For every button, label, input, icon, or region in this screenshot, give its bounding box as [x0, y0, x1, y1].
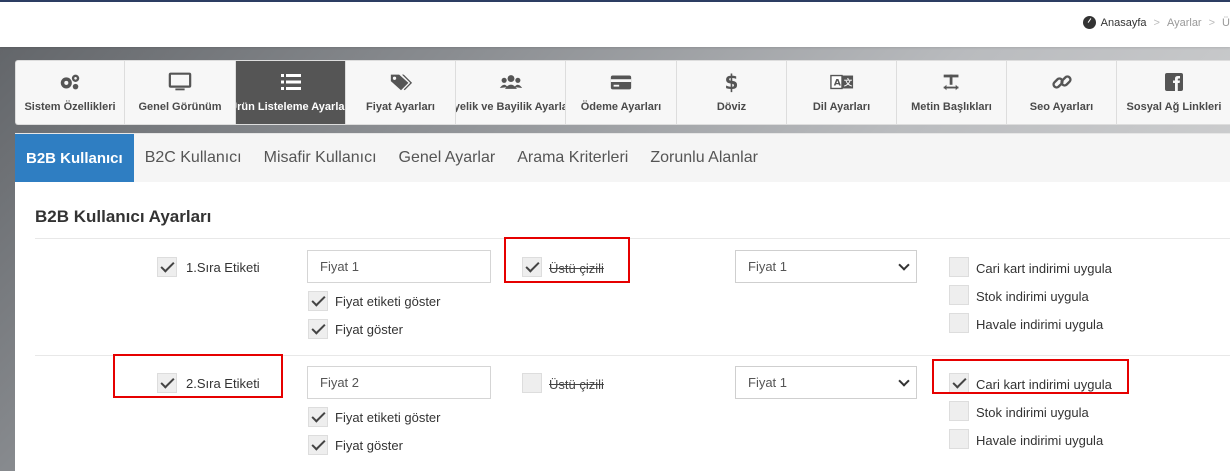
facebook-icon	[1162, 72, 1186, 92]
user-type-tabs: B2B Kullanıcı B2C Kullanıcı Misafir Kull…	[15, 133, 1230, 182]
gears-icon	[58, 72, 82, 92]
monitor-icon	[168, 72, 192, 92]
tool-product-listing[interactable]: Ürün Listeleme Ayarları	[236, 61, 346, 124]
row1-account-discount-checkbox[interactable]	[949, 257, 969, 277]
row2-label-input[interactable]: Fiyat 2	[307, 366, 491, 399]
row2-strikethrough-text: Üstü çizili	[549, 377, 604, 392]
settings-panel: B2B Kullanıcı B2C Kullanıcı Misafir Kull…	[15, 133, 1230, 471]
tool-label: Sistem Özellikleri	[24, 101, 116, 113]
tab-search-criteria[interactable]: Arama Kriterleri	[506, 134, 639, 182]
list-icon	[279, 72, 303, 92]
row1-account-discount-text: Cari kart indirimi uygula	[976, 261, 1112, 276]
breadcrumb: Anasayfa > Ayarlar > Ü	[1082, 16, 1230, 29]
tool-label: Dil Ayarları	[812, 101, 871, 113]
row2-show-price-label-checkbox[interactable]	[308, 407, 328, 427]
highlight-box	[504, 237, 630, 283]
tab-general-settings[interactable]: Genel Ayarlar	[388, 134, 507, 182]
chevron-down-icon	[898, 375, 910, 387]
row1-label-input[interactable]: Fiyat 1	[307, 250, 491, 283]
tool-membership-settings[interactable]: Üyelik ve Bayilik Ayarları	[456, 61, 566, 124]
tab-guest-user[interactable]: Misafir Kullanıcı	[253, 134, 388, 182]
tool-label: Ödeme Ayarları	[580, 101, 662, 113]
svg-text:A: A	[833, 78, 841, 89]
tool-text-titles[interactable]: Metin Başlıkları	[897, 61, 1007, 124]
row2-show-price-text: Fiyat göster	[335, 438, 403, 453]
row1-stock-discount-text: Stok indirimi uygula	[976, 289, 1089, 304]
svg-text:文: 文	[843, 78, 852, 88]
users-icon	[499, 72, 523, 92]
breadcrumb-settings-link[interactable]: Ayarlar	[1167, 17, 1202, 29]
section-title: B2B Kullanıcı Ayarları	[35, 207, 212, 226]
tab-required-fields[interactable]: Zorunlu Alanlar	[639, 134, 769, 182]
row1-transfer-discount-checkbox[interactable]	[949, 313, 969, 333]
row1-label-text: 1.Sıra Etiketi	[186, 260, 260, 275]
tool-label: Seo Ayarları	[1029, 101, 1094, 113]
tool-label: Fiyat Ayarları	[366, 101, 435, 113]
row2-price-select[interactable]: Fiyat 1	[735, 366, 917, 399]
divider	[35, 238, 1230, 239]
highlight-box	[113, 354, 283, 398]
row1-price-select-value: Fiyat 1	[748, 259, 788, 274]
tool-label: Üyelik ve Bayilik Ayarları	[456, 101, 565, 113]
tab-b2b-user[interactable]: B2B Kullanıcı	[15, 134, 134, 182]
highlight-box	[932, 359, 1129, 394]
settings-toolbar: Sistem Özellikleri Genel Görünüm Ürün Li…	[15, 60, 1230, 125]
dollar-icon: $	[724, 70, 739, 94]
tool-price-settings[interactable]: Fiyat Ayarları	[346, 61, 456, 124]
row2-price-select-value: Fiyat 1	[748, 375, 788, 390]
tool-general-view[interactable]: Genel Görünüm	[125, 61, 236, 124]
row1-show-price-text: Fiyat göster	[335, 322, 403, 337]
tool-system-properties[interactable]: Sistem Özellikleri	[16, 61, 125, 124]
credit-card-icon	[609, 72, 633, 92]
header-bar: Anasayfa > Ayarlar > Ü	[0, 2, 1230, 47]
text-height-icon	[940, 72, 964, 92]
tool-label: Sosyal Ağ Linkleri	[1126, 101, 1222, 113]
tool-currency[interactable]: $ Döviz	[677, 61, 787, 124]
row1-show-price-label-text: Fiyat etiketi göster	[335, 294, 441, 309]
row2-show-price-checkbox[interactable]	[308, 435, 328, 455]
dashboard-icon	[1082, 16, 1096, 29]
row2-transfer-discount-text: Havale indirimi uygula	[976, 433, 1104, 448]
row2-transfer-discount-checkbox[interactable]	[949, 429, 969, 449]
row2-show-price-label-text: Fiyat etiketi göster	[335, 410, 441, 425]
tool-label: Ürün Listeleme Ayarları	[236, 101, 345, 113]
chevron-down-icon	[898, 259, 910, 271]
link-icon	[1050, 72, 1074, 92]
tool-label: Metin Başlıkları	[911, 101, 992, 113]
tool-label: Döviz	[716, 101, 747, 113]
row1-show-price-label-checkbox[interactable]	[308, 291, 328, 311]
row1-transfer-discount-text: Havale indirimi uygula	[976, 317, 1104, 332]
tags-icon	[389, 72, 413, 92]
row2-stock-discount-checkbox[interactable]	[949, 401, 969, 421]
tool-label: Genel Görünüm	[138, 101, 222, 113]
breadcrumb-separator: >	[1153, 16, 1160, 29]
row2-stock-discount-text: Stok indirimi uygula	[976, 405, 1089, 420]
breadcrumb-home-link[interactable]: Anasayfa	[1101, 17, 1147, 29]
tool-payment-settings[interactable]: Ödeme Ayarları	[566, 61, 677, 124]
breadcrumb-separator: >	[1208, 16, 1216, 29]
tool-social-links[interactable]: Sosyal Ağ Linkleri	[1117, 61, 1230, 124]
row2-strikethrough-checkbox[interactable]	[522, 373, 542, 393]
row1-stock-discount-checkbox[interactable]	[949, 285, 969, 305]
language-icon: A文	[829, 72, 854, 92]
tool-language-settings[interactable]: A文 Dil Ayarları	[787, 61, 897, 124]
row1-show-price-checkbox[interactable]	[308, 319, 328, 339]
breadcrumb-current: Ü	[1222, 16, 1230, 29]
row1-price-select[interactable]: Fiyat 1	[735, 250, 917, 283]
tab-b2c-user[interactable]: B2C Kullanıcı	[134, 134, 253, 182]
tool-seo-settings[interactable]: Seo Ayarları	[1007, 61, 1117, 124]
row1-label-checkbox[interactable]	[157, 257, 177, 277]
